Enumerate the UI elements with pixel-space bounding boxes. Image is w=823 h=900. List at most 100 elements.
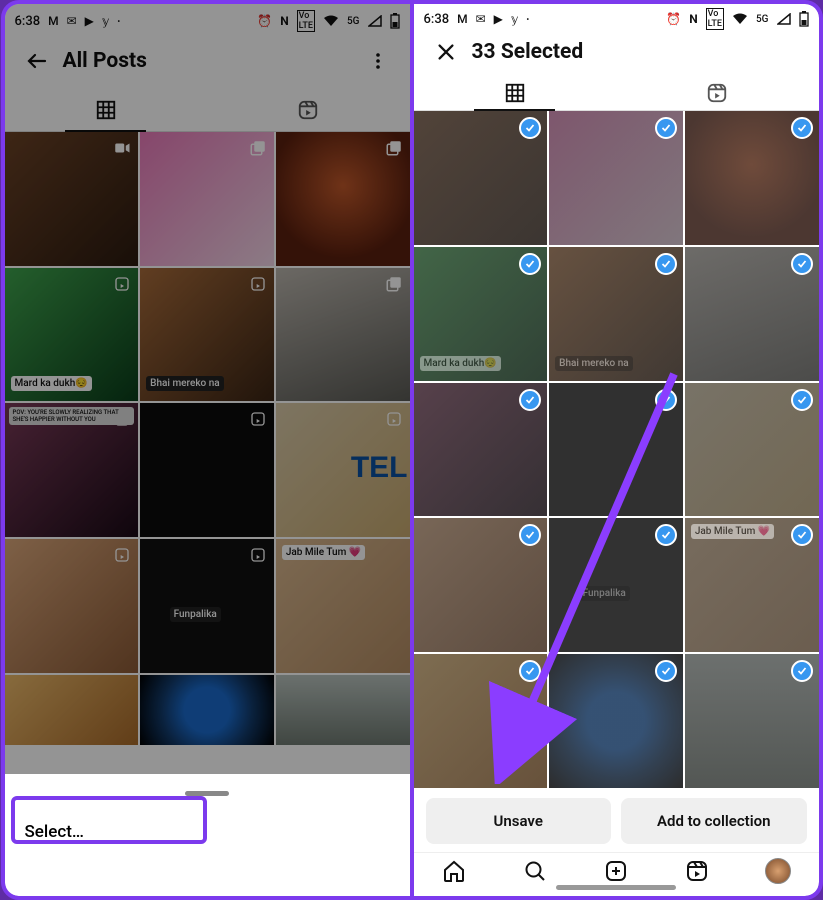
post-thumb-selected[interactable] — [549, 383, 683, 517]
post-thumb-selected[interactable]: Jab Mile Tum 💗 — [685, 518, 819, 652]
youtube-icon: ▶ — [85, 14, 94, 28]
post-thumb[interactable] — [5, 675, 139, 745]
reel-badge-icon — [112, 545, 132, 565]
sheet-drag-handle[interactable] — [185, 791, 229, 796]
signal-icon — [777, 13, 791, 25]
twitter-icon: 𝕪 — [511, 12, 519, 26]
selected-check-icon — [791, 660, 813, 682]
status-time: 6:38 — [15, 14, 41, 29]
post-caption: Mard ka dukh😔 — [11, 376, 92, 391]
nav-search-button[interactable] — [522, 858, 548, 884]
reels-icon — [685, 859, 709, 883]
content-type-tabs — [5, 88, 410, 132]
home-icon — [442, 859, 466, 883]
tab-reels[interactable] — [207, 88, 410, 131]
post-thumb[interactable]: TEL — [276, 403, 410, 537]
post-thumb-selected[interactable] — [685, 654, 819, 788]
post-thumb-selected[interactable]: Mard ka dukh😔 — [414, 247, 548, 381]
post-thumb[interactable]: Funpalika — [140, 539, 274, 673]
post-thumb-selected[interactable] — [414, 383, 548, 517]
nav-reels-button[interactable] — [684, 858, 710, 884]
add-to-collection-button[interactable]: Add to collection — [621, 798, 807, 844]
post-thumb[interactable]: POV: YOU'RE SLOWLY REALIZING THAT SHE'S … — [5, 403, 139, 537]
post-thumb[interactable] — [276, 268, 410, 402]
mail-icon: ✉ — [476, 12, 486, 26]
reel-badge-icon — [248, 545, 268, 565]
post-caption: Funpalika — [579, 586, 630, 601]
reels-icon — [706, 82, 728, 104]
twitter-icon: 𝕪 — [102, 14, 110, 28]
post-caption: Mard ka dukh😔 — [420, 356, 501, 371]
post-thumb[interactable]: Mard ka dukh😔 — [5, 268, 139, 402]
post-thumb[interactable] — [5, 132, 139, 266]
reel-badge-icon — [248, 274, 268, 294]
network-5g-label: 5G — [756, 14, 769, 25]
tab-posts-grid[interactable] — [414, 75, 617, 111]
post-thumb-selected[interactable] — [414, 111, 548, 245]
avatar-icon — [765, 858, 791, 884]
post-thumb[interactable] — [140, 132, 274, 266]
post-thumb[interactable] — [140, 403, 274, 537]
select-option[interactable]: Select… — [19, 812, 396, 852]
post-thumb-selected[interactable] — [414, 654, 548, 788]
post-thumb-selected[interactable] — [685, 247, 819, 381]
selected-check-icon — [655, 253, 677, 275]
video-badge-icon — [112, 138, 132, 158]
post-thumb[interactable]: Jab Mile Tum 💗 — [276, 539, 410, 673]
carousel-badge-icon — [384, 138, 404, 158]
post-thumb[interactable] — [276, 675, 410, 745]
post-side-text: TEL — [351, 451, 408, 485]
posts-grid[interactable]: Mard ka dukh😔 Bhai mereko na POV: YOU'RE… — [5, 132, 410, 745]
tab-reels[interactable] — [616, 75, 819, 111]
page-title: All Posts — [57, 49, 358, 73]
post-thumb-selected[interactable] — [685, 111, 819, 245]
post-thumb-selected[interactable]: Funpalika — [549, 518, 683, 652]
unsave-button[interactable]: Unsave — [426, 798, 612, 844]
back-button[interactable] — [17, 41, 57, 81]
post-thumb-selected[interactable] — [685, 383, 819, 517]
more-menu-button[interactable] — [358, 41, 398, 81]
content-type-tabs — [414, 75, 819, 112]
post-caption: Funpalika — [170, 607, 221, 622]
post-thumb-selected[interactable]: Bhai mereko na — [549, 247, 683, 381]
phone-right-selected: 6:38 M ✉ ▶ 𝕪 • ⏰ N VoLTE 5G 33 Se — [414, 4, 819, 896]
nav-profile-button[interactable] — [765, 858, 791, 884]
status-bar: 6:38 M ✉ ▶ 𝕪 • ⏰ N VoLTE 5G — [414, 4, 819, 30]
network-5g-label: 5G — [347, 16, 360, 27]
carousel-badge-icon — [384, 274, 404, 294]
post-thumb[interactable] — [276, 132, 410, 266]
header: 33 Selected — [414, 30, 819, 75]
tab-posts-grid[interactable] — [5, 88, 208, 131]
posts-grid-selection[interactable]: Mard ka dukh😔 Bhai mereko na Funpalika J… — [414, 111, 819, 787]
reels-icon — [297, 99, 319, 121]
more-dot-icon: • — [526, 15, 529, 24]
signal-icon — [368, 15, 382, 27]
nav-home-button[interactable] — [441, 858, 467, 884]
wifi-icon — [323, 15, 339, 27]
nav-create-button[interactable] — [603, 858, 629, 884]
status-time: 6:38 — [424, 12, 450, 27]
gesture-nav-handle[interactable] — [556, 885, 676, 890]
phone-left-all-posts: 6:38 M ✉ ▶ 𝕪 • ⏰ N VoLTE 5G Al — [5, 4, 410, 896]
carousel-badge-icon — [248, 138, 268, 158]
gmail-icon: M — [48, 14, 59, 28]
bottom-sheet[interactable]: Select… — [5, 781, 410, 896]
grid-icon — [504, 82, 526, 104]
gmail-icon: M — [457, 12, 468, 26]
battery-icon — [390, 13, 400, 29]
youtube-icon: ▶ — [494, 12, 503, 26]
post-thumb-selected[interactable] — [414, 518, 548, 652]
post-caption: Jab Mile Tum 💗 — [691, 524, 774, 539]
post-thumb[interactable] — [5, 539, 139, 673]
grid-icon — [95, 99, 117, 121]
post-thumb[interactable] — [140, 675, 274, 745]
post-thumb[interactable]: Bhai mereko na — [140, 268, 274, 402]
post-thumb-selected[interactable] — [549, 654, 683, 788]
wifi-icon — [732, 13, 748, 25]
search-icon — [523, 859, 547, 883]
selected-check-icon — [655, 389, 677, 411]
nfc-icon: N — [689, 12, 697, 26]
close-button[interactable] — [426, 32, 466, 72]
post-thumb-selected[interactable] — [549, 111, 683, 245]
reel-badge-icon — [112, 274, 132, 294]
